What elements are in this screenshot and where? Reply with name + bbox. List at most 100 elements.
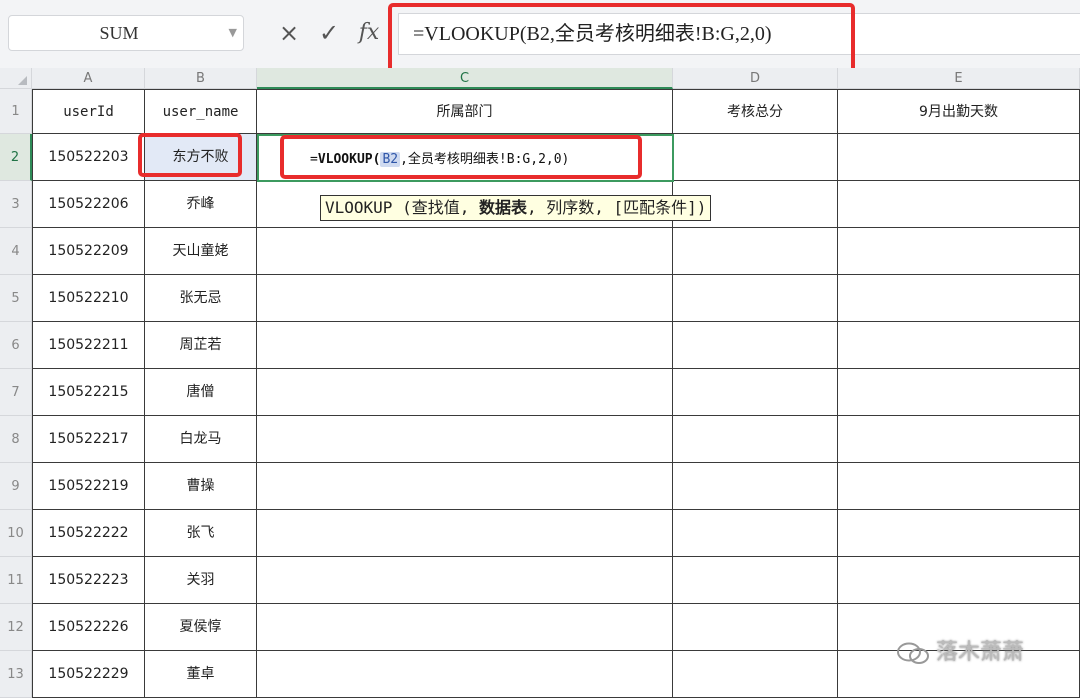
table-cell-attendance[interactable] — [838, 416, 1080, 463]
table-cell-score[interactable] — [673, 369, 838, 416]
name-box[interactable]: SUM ▼ — [8, 15, 244, 51]
header-cell-c[interactable]: 所属部门 — [257, 89, 673, 134]
table-cell-userid[interactable]: 150522217 — [32, 416, 145, 463]
table-cell-department[interactable] — [257, 322, 673, 369]
table-cell-department[interactable] — [257, 510, 673, 557]
wechat-icon — [897, 642, 929, 664]
table-cell-score[interactable] — [673, 228, 838, 275]
header-cell-e[interactable]: 9月出勤天数 — [838, 89, 1080, 134]
tooltip-end: , 列序数, [匹配条件]) — [526, 198, 707, 217]
row-header-7[interactable]: 7 — [0, 369, 32, 416]
table-cell-user-name[interactable]: 董卓 — [145, 651, 257, 698]
name-box-value: SUM — [99, 23, 139, 43]
confirm-icon[interactable]: ✓ — [314, 17, 344, 49]
table-cell-user-name[interactable]: 曹操 — [145, 463, 257, 510]
table-cell-user-name[interactable]: 天山童姥 — [145, 228, 257, 275]
table-cell-department[interactable] — [257, 651, 673, 698]
table-cell-userid[interactable]: 150522219 — [32, 463, 145, 510]
table-cell-attendance[interactable] — [838, 322, 1080, 369]
table-cell-attendance[interactable] — [838, 557, 1080, 604]
table-cell-user-name[interactable]: 夏侯惇 — [145, 604, 257, 651]
formula-function: VLOOKUP — [317, 152, 373, 167]
table-cell-department[interactable] — [257, 557, 673, 604]
table-cell-userid[interactable]: 150522226 — [32, 604, 145, 651]
watermark: 落木萧萧 — [896, 635, 1024, 671]
row-header-13[interactable]: 13 — [0, 651, 32, 698]
table-cell-user-name[interactable]: 唐僧 — [145, 369, 257, 416]
table-cell-department[interactable] — [257, 228, 673, 275]
table-cell-user-name[interactable]: 张无忌 — [145, 275, 257, 322]
formula-rest: ,全员考核明细表!B:G,2,0) — [400, 152, 570, 167]
formula-bar: SUM ▼ × ✓ fx =VLOOKUP(B2,全员考核明细表!B:G,2,0… — [0, 0, 1080, 68]
table-cell-user-name[interactable]: 张飞 — [145, 510, 257, 557]
table-cell-user-name[interactable]: 关羽 — [145, 557, 257, 604]
column-header-b[interactable]: B — [145, 68, 257, 89]
watermark-text: 落木萧萧 — [936, 640, 1025, 665]
table-cell-userid[interactable]: 150522222 — [32, 510, 145, 557]
column-header-a[interactable]: A — [32, 68, 145, 89]
table-cell-score[interactable] — [673, 510, 838, 557]
formula-ref-b2: B2 — [380, 152, 401, 167]
table-cell-attendance[interactable] — [838, 275, 1080, 322]
tooltip-bold-arg: 数据表 — [478, 198, 527, 217]
column-header-c[interactable]: C — [257, 68, 673, 89]
cancel-icon[interactable]: × — [274, 17, 304, 49]
cell-formula-editor[interactable]: =VLOOKUP(B2 ,全员考核明细表!B:G,2,0) — [310, 148, 569, 172]
row-header-6[interactable]: 6 — [0, 322, 32, 369]
formula-prefix: = — [310, 152, 318, 167]
table-cell-userid[interactable]: 150522229 — [32, 651, 145, 698]
row-header-1[interactable]: 1 — [0, 89, 32, 134]
table-cell-department[interactable] — [257, 369, 673, 416]
header-cell-d[interactable]: 考核总分 — [673, 89, 838, 134]
row-header-2[interactable]: 2 — [0, 134, 32, 181]
table-cell-userid[interactable]: 150522203 — [32, 134, 145, 181]
table-cell-user-name[interactable]: 周芷若 — [145, 322, 257, 369]
table-cell-attendance[interactable] — [838, 369, 1080, 416]
table-cell-score[interactable] — [673, 651, 838, 698]
table-cell-attendance[interactable] — [838, 134, 1080, 181]
table-cell-userid[interactable]: 150522211 — [32, 322, 145, 369]
table-cell-score[interactable] — [673, 557, 838, 604]
table-cell-userid[interactable]: 150522210 — [32, 275, 145, 322]
table-cell-userid[interactable]: 150522223 — [32, 557, 145, 604]
formula-text: =VLOOKUP(B2,全员考核明细表!B:G,2,0) — [413, 23, 772, 45]
row-header-5[interactable]: 5 — [0, 275, 32, 322]
column-header-e[interactable]: E — [838, 68, 1080, 89]
table-cell-score[interactable] — [673, 275, 838, 322]
table-cell-user-name[interactable]: 乔峰 — [145, 181, 257, 228]
table-cell-attendance[interactable] — [838, 463, 1080, 510]
insert-function-icon[interactable]: fx — [354, 17, 384, 49]
table-cell-department[interactable] — [257, 416, 673, 463]
select-all-corner[interactable] — [0, 68, 32, 89]
table-cell-userid[interactable]: 150522209 — [32, 228, 145, 275]
row-header-4[interactable]: 4 — [0, 228, 32, 275]
table-cell-userid[interactable]: 150522206 — [32, 181, 145, 228]
chevron-down-icon[interactable]: ▼ — [229, 16, 237, 50]
table-cell-department[interactable] — [257, 275, 673, 322]
table-cell-score[interactable] — [673, 134, 838, 181]
table-cell-score[interactable] — [673, 416, 838, 463]
tooltip-start: VLOOKUP (查找值, — [325, 198, 479, 217]
formula-input[interactable]: =VLOOKUP(B2,全员考核明细表!B:G,2,0) — [398, 13, 1080, 55]
row-header-12[interactable]: 12 — [0, 604, 32, 651]
header-cell-b[interactable]: user_name — [145, 89, 257, 134]
table-cell-attendance[interactable] — [838, 181, 1080, 228]
table-cell-userid[interactable]: 150522215 — [32, 369, 145, 416]
row-header-8[interactable]: 8 — [0, 416, 32, 463]
column-header-d[interactable]: D — [673, 68, 838, 89]
table-cell-department[interactable] — [257, 604, 673, 651]
table-cell-department[interactable] — [257, 463, 673, 510]
table-cell-score[interactable] — [673, 322, 838, 369]
table-cell-attendance[interactable] — [838, 510, 1080, 557]
row-header-11[interactable]: 11 — [0, 557, 32, 604]
row-header-9[interactable]: 9 — [0, 463, 32, 510]
table-cell-user-name[interactable]: 东方不败 — [145, 134, 257, 181]
row-header-3[interactable]: 3 — [0, 181, 32, 228]
table-cell-score[interactable] — [673, 463, 838, 510]
function-tooltip: VLOOKUP (查找值, 数据表, 列序数, [匹配条件]) — [320, 195, 712, 221]
table-cell-user-name[interactable]: 白龙马 — [145, 416, 257, 463]
header-cell-a[interactable]: userId — [32, 89, 145, 134]
table-cell-attendance[interactable] — [838, 228, 1080, 275]
row-header-10[interactable]: 10 — [0, 510, 32, 557]
table-cell-score[interactable] — [673, 604, 838, 651]
